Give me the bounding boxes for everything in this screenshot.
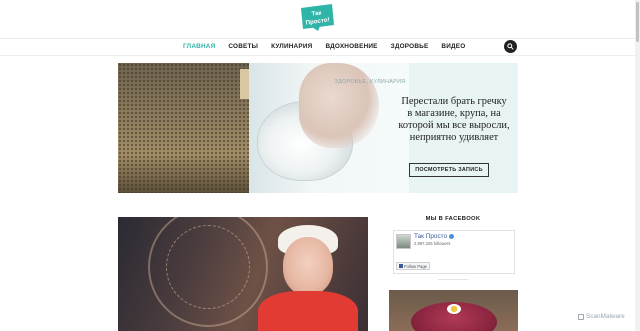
- nav-item-cooking[interactable]: КУЛИНАРИЯ: [271, 43, 312, 50]
- nav-item-inspiration[interactable]: ВДОХНОВЕНИЕ: [325, 43, 377, 50]
- fb-followers-count: 2,997,326 followers: [414, 241, 451, 246]
- scanmalware-icon: [578, 313, 584, 320]
- sidebar-divider: [438, 279, 468, 280]
- main-nav: ГЛАВНАЯ СОВЕТЫ КУЛИНАРИЯ ВДОХНОВЕНИЕ ЗДО…: [183, 43, 478, 50]
- article-image[interactable]: [118, 217, 368, 331]
- fb-page-name[interactable]: Так Просто: [414, 233, 455, 240]
- fb-follow-button[interactable]: Follow Page: [396, 262, 430, 270]
- scrollbar-thumb[interactable]: [636, 2, 639, 42]
- site-logo[interactable]: Так Просто!: [299, 3, 335, 31]
- page-scrollbar[interactable]: [635, 0, 640, 331]
- facebook-icon: [398, 264, 403, 268]
- hero-title[interactable]: Перестали брать гречку в магазине, крупа…: [398, 96, 510, 144]
- nav-item-home[interactable]: ГЛАВНАЯ: [183, 43, 215, 50]
- nav-item-tips[interactable]: СОВЕТЫ: [228, 43, 258, 50]
- sidebar-title: МЫ В FACEBOOK: [425, 216, 481, 222]
- nav-item-health[interactable]: ЗДОРОВЬЕ: [391, 43, 429, 50]
- search-icon: [507, 43, 514, 50]
- view-post-button[interactable]: ПОСМОТРЕТЬ ЗАПИСЬ: [409, 163, 489, 177]
- watermark: ScanMalware: [578, 313, 625, 320]
- hero-buckwheat-image: [118, 63, 249, 193]
- verified-icon: [449, 233, 455, 239]
- fb-page-avatar[interactable]: [396, 234, 411, 249]
- nav-item-video[interactable]: ВИДЕО: [441, 43, 465, 50]
- search-button[interactable]: [504, 40, 517, 53]
- hero-category[interactable]: ЗДОРОВЬЕ, КУЛИНАРИЯ: [335, 79, 406, 85]
- sidebar-article-image[interactable]: [389, 290, 518, 331]
